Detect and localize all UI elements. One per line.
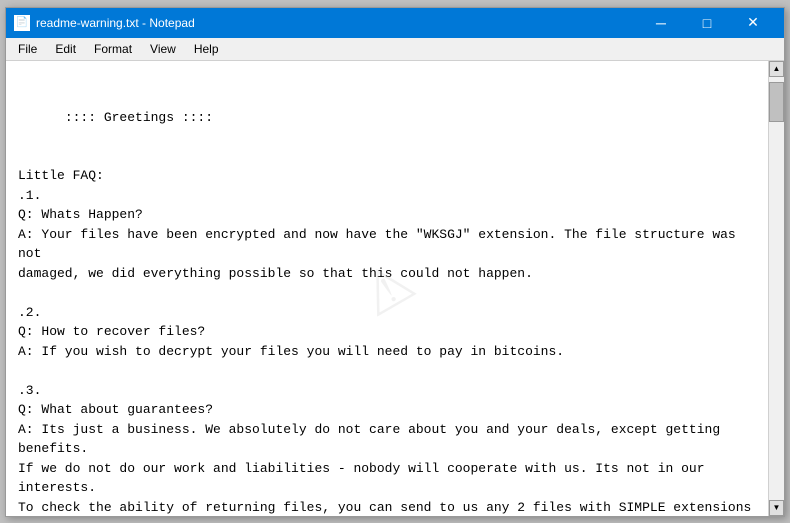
close-button[interactable]: ✕ <box>730 8 776 38</box>
document-text: :::: Greetings :::: Little FAQ: .1. Q: W… <box>18 110 759 516</box>
menu-item-format[interactable]: Format <box>86 40 140 58</box>
maximize-button[interactable]: □ <box>684 8 730 38</box>
menu-item-file[interactable]: File <box>10 40 45 58</box>
menu-item-help[interactable]: Help <box>186 40 227 58</box>
notepad-window: 📄 readme-warning.txt - Notepad ─ □ ✕ Fil… <box>5 7 785 517</box>
window-title: readme-warning.txt - Notepad <box>36 16 195 30</box>
title-controls: ─ □ ✕ <box>638 8 776 38</box>
app-icon: 📄 <box>14 15 30 31</box>
title-bar: 📄 readme-warning.txt - Notepad ─ □ ✕ <box>6 8 784 38</box>
scrollbar[interactable]: ▲ ▼ <box>768 61 784 516</box>
scroll-thumb[interactable] <box>769 82 784 122</box>
content-area: ⚠ :::: Greetings :::: Little FAQ: .1. Q:… <box>6 61 784 516</box>
title-bar-left: 📄 readme-warning.txt - Notepad <box>14 15 195 31</box>
text-content[interactable]: ⚠ :::: Greetings :::: Little FAQ: .1. Q:… <box>6 61 768 516</box>
minimize-button[interactable]: ─ <box>638 8 684 38</box>
scroll-up-button[interactable]: ▲ <box>769 61 784 77</box>
menu-item-view[interactable]: View <box>142 40 184 58</box>
watermark: ⚠ <box>336 224 438 352</box>
menu-item-edit[interactable]: Edit <box>47 40 84 58</box>
scroll-track[interactable] <box>769 77 784 500</box>
scroll-down-button[interactable]: ▼ <box>769 500 784 516</box>
menu-bar: FileEditFormatViewHelp <box>6 38 784 61</box>
